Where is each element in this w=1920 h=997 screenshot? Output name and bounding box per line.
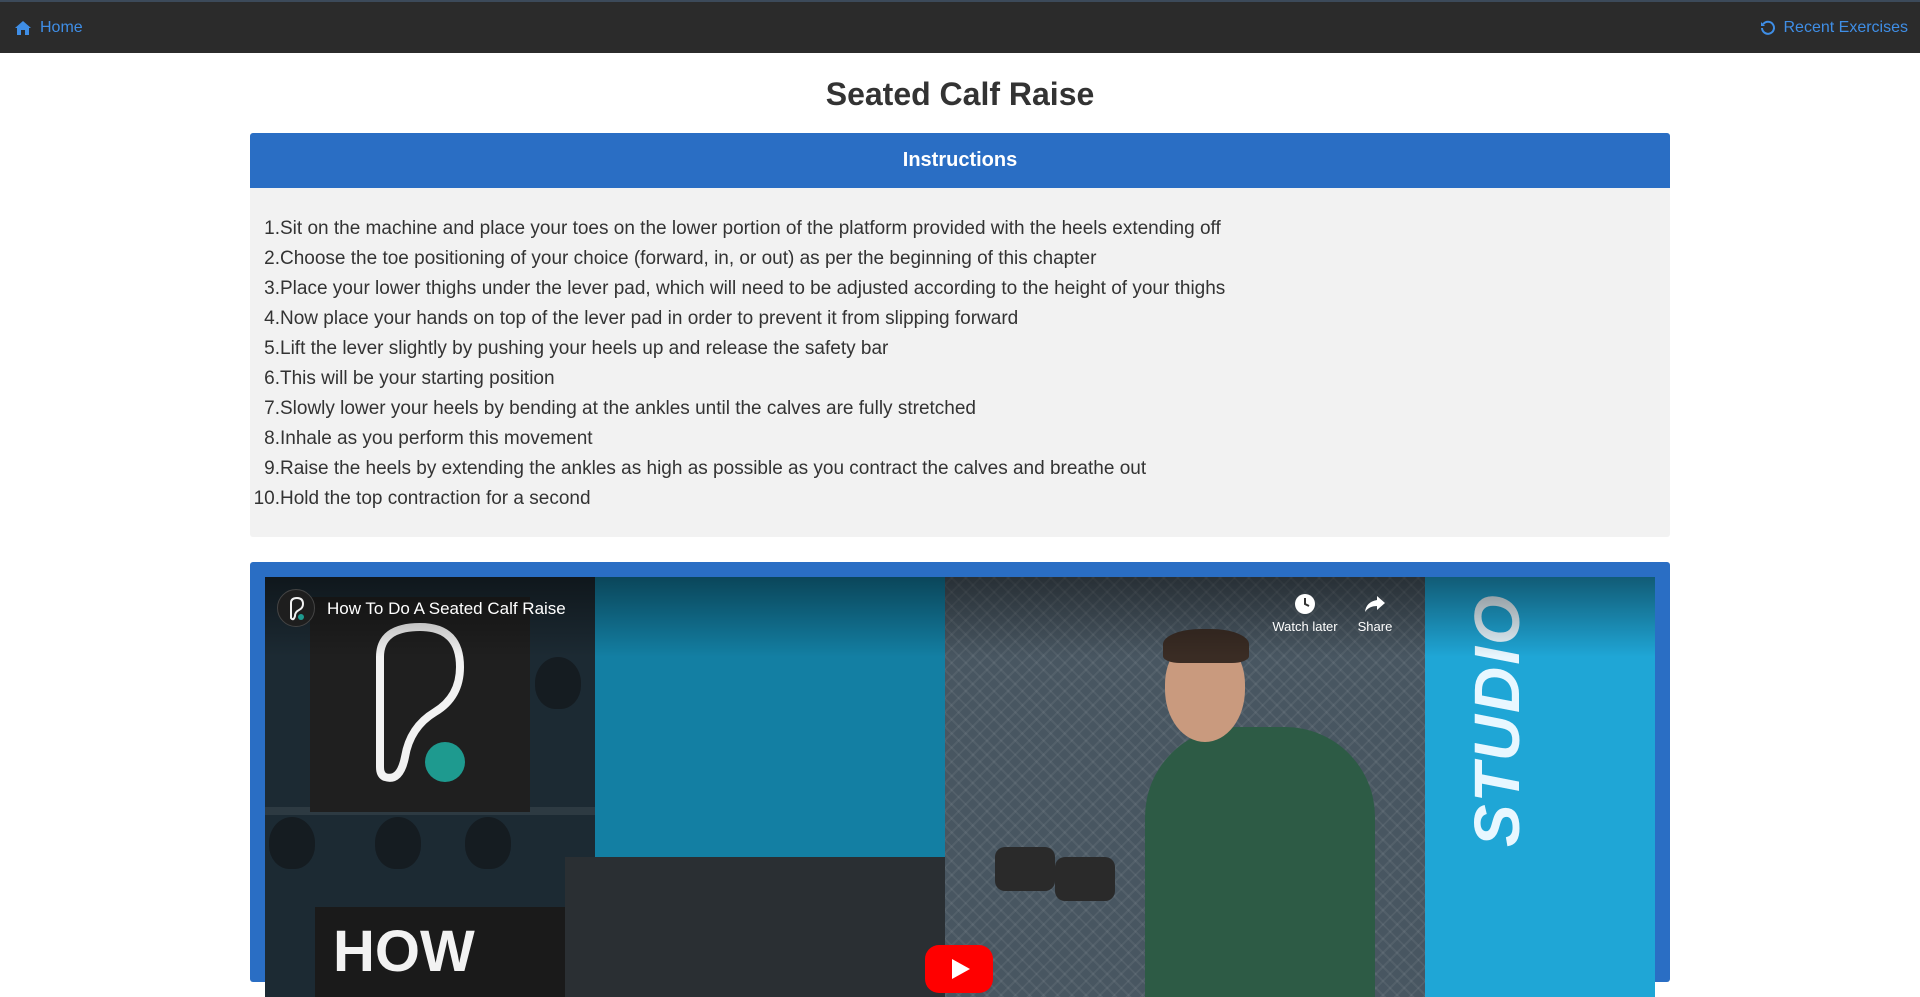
home-link-label: Home (40, 18, 83, 36)
clock-icon (1265, 589, 1345, 619)
kettlebell (269, 817, 315, 869)
thumbnail-text: HOW TO (315, 907, 565, 997)
list-item: 4. Now place your hands on top of the lev… (264, 308, 1019, 329)
share-label: Share (1357, 619, 1393, 634)
kettlebell (375, 817, 421, 869)
watch-later-label: Watch later (1272, 619, 1338, 634)
dumbbell (1055, 857, 1115, 901)
home-link[interactable]: Home (14, 19, 83, 37)
list-item: 10. Hold the top contraction for a second (253, 488, 591, 509)
play-button[interactable] (925, 945, 993, 993)
watch-later-button[interactable]: Watch later (1265, 589, 1345, 634)
channel-logo-icon (290, 596, 305, 621)
list-item: 7. Slowly lower your heels by bending at … (264, 398, 976, 419)
list-item: 8. Inhale as you perform this movement (264, 428, 593, 449)
recent-exercises-link[interactable]: Recent Exercises (1760, 18, 1909, 37)
video-title[interactable]: How To Do A Seated Calf Raise (327, 599, 566, 619)
channel-avatar[interactable] (277, 589, 315, 627)
top-navbar: Home Recent Exercises (0, 0, 1920, 53)
floor (565, 857, 965, 997)
instructions-card: Instructions 1. Sit on the machine and pl… (250, 133, 1670, 537)
list-item: 3. Place your lower thighs under the leve… (264, 278, 1226, 299)
home-icon (14, 20, 32, 36)
list-item: 6. This will be your starting position (264, 368, 555, 389)
kettlebell (465, 817, 511, 869)
video-card: STUDIO HOW TO How To Do A Seated Calf Ra… (250, 562, 1670, 997)
list-item: 1. Sit on the machine and place your toes… (264, 218, 1221, 239)
page-title: Seated Calf Raise (825, 76, 1095, 112)
kettlebell (535, 657, 581, 709)
instructions-list: 1. Sit on the machine and place your toes… (250, 188, 1670, 514)
share-button[interactable]: Share (1335, 589, 1415, 634)
recent-exercises-label: Recent Exercises (1783, 18, 1909, 36)
dumbbell (995, 847, 1055, 891)
instructions-header: Instructions (250, 133, 1670, 188)
list-item: 5. Lift the lever slightly by pushing you… (264, 338, 889, 359)
history-icon (1760, 20, 1776, 36)
list-item: 2. Choose the toe positioning of your cho… (264, 248, 1097, 269)
list-item: 9. Raise the heels by extending the ankle… (264, 458, 1147, 479)
trainer-body (1145, 727, 1375, 997)
share-icon (1335, 589, 1415, 619)
video-player[interactable]: STUDIO HOW TO How To Do A Seated Calf Ra… (265, 577, 1655, 997)
